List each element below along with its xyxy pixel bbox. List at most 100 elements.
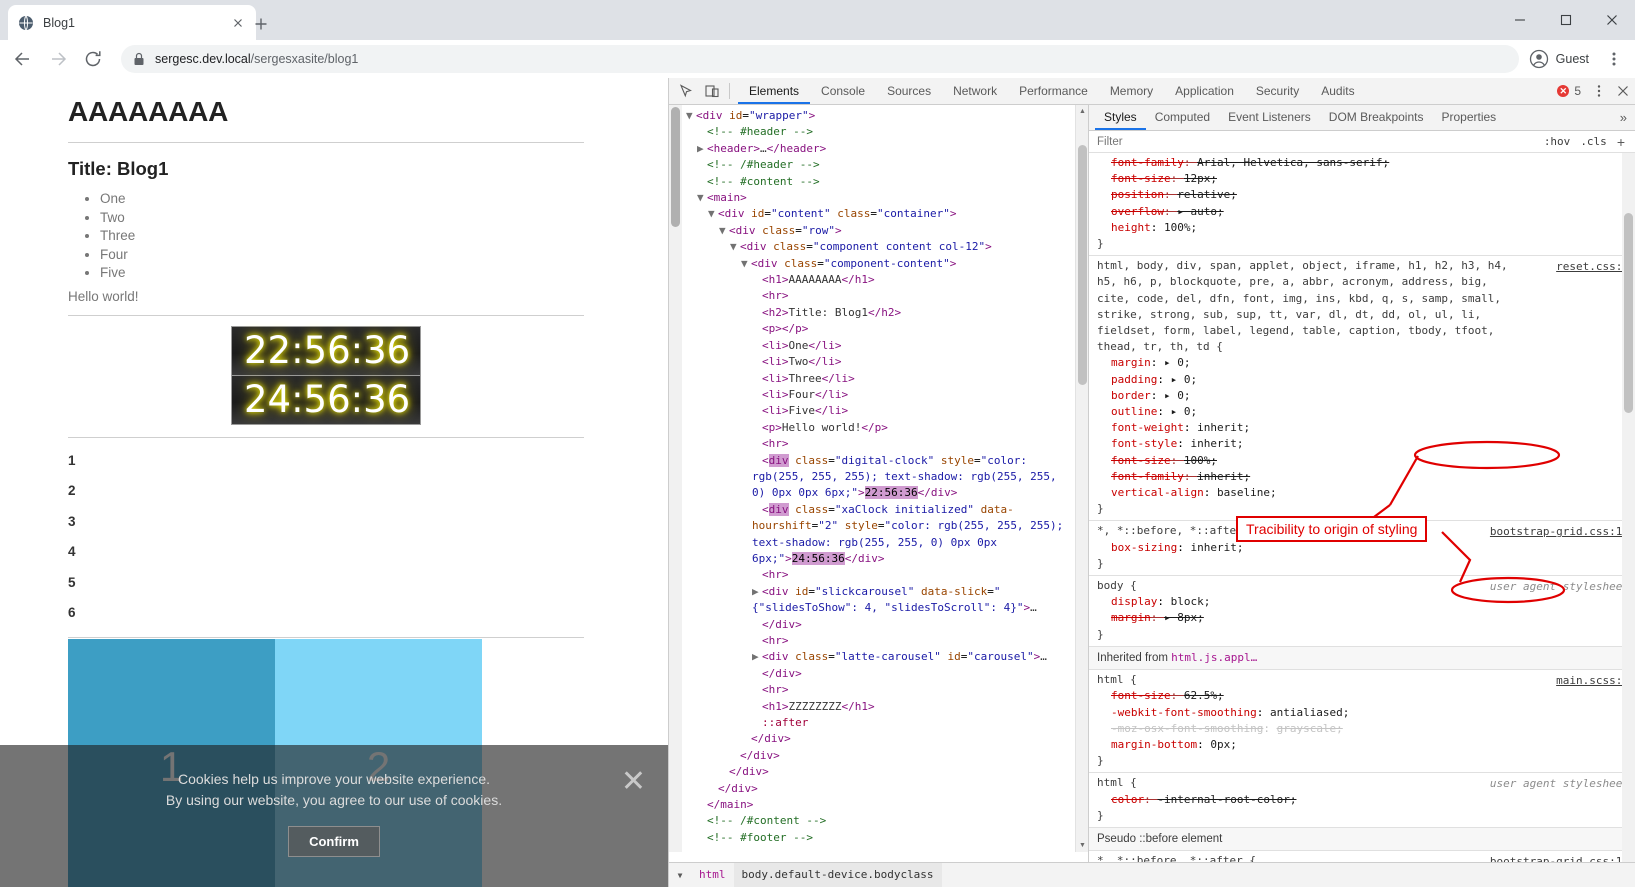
dom-node[interactable]: <hr> bbox=[682, 288, 1075, 304]
dom-right-scrollbar-thumb[interactable] bbox=[1078, 145, 1087, 385]
dom-node[interactable]: <li>Two</li> bbox=[682, 354, 1075, 370]
dom-left-scrollbar[interactable] bbox=[669, 105, 682, 852]
styles-scrollbar[interactable] bbox=[1622, 153, 1635, 887]
css-property-value[interactable]: ▸ auto; bbox=[1177, 205, 1223, 218]
style-declaration[interactable]: outline: ▸ 0; bbox=[1089, 404, 1635, 420]
css-property-value[interactable]: ▸ 0; bbox=[1171, 405, 1198, 418]
css-property-name[interactable]: outline bbox=[1111, 405, 1157, 418]
css-property-value[interactable]: ▸ 8px; bbox=[1164, 611, 1204, 624]
css-property-name[interactable]: font-family bbox=[1111, 156, 1184, 169]
dom-node[interactable]: <!-- /#header --> bbox=[682, 157, 1075, 173]
styles-subtab-computed[interactable]: Computed bbox=[1146, 105, 1219, 130]
forward-arrow-icon[interactable] bbox=[43, 44, 73, 74]
dom-node[interactable]: ▼ <main> bbox=[682, 190, 1075, 206]
new-style-rule-button[interactable]: + bbox=[1617, 134, 1625, 150]
dom-node[interactable]: <!-- #footer --> bbox=[682, 830, 1075, 846]
style-declaration[interactable]: vertical-align: baseline; bbox=[1089, 485, 1635, 501]
style-declaration[interactable]: position: relative; bbox=[1089, 187, 1635, 203]
styles-more-tabs-icon[interactable]: » bbox=[1620, 110, 1635, 125]
style-rule[interactable]: html {user agent stylesheet color: -inter… bbox=[1089, 773, 1635, 828]
style-declaration[interactable]: margin: ▸ 0; bbox=[1089, 355, 1635, 371]
css-property-value[interactable]: grayscale; bbox=[1277, 722, 1343, 735]
dom-node[interactable]: ▼ <div class="row"> bbox=[682, 223, 1075, 239]
style-declaration[interactable]: overflow: ▸ auto; bbox=[1089, 204, 1635, 220]
css-property-name[interactable]: padding bbox=[1111, 373, 1157, 386]
dom-node[interactable]: ▼ <div id="content" class="container"> bbox=[682, 206, 1075, 222]
dom-scroll-down-arrow[interactable]: ▼ bbox=[1076, 839, 1088, 852]
breadcrumb-expand-icon[interactable]: ▼ bbox=[669, 871, 691, 880]
dom-node[interactable]: <p>Hello world!</p> bbox=[682, 420, 1075, 436]
css-property-name[interactable]: font-size bbox=[1111, 172, 1171, 185]
devtools-tab-sources[interactable]: Sources bbox=[876, 78, 942, 104]
dom-node[interactable]: <li>Five</li> bbox=[682, 403, 1075, 419]
css-property-value[interactable]: 0px; bbox=[1210, 738, 1237, 751]
dom-right-scrollbar[interactable]: ▲ ▼ bbox=[1075, 105, 1088, 852]
device-toolbar-icon[interactable] bbox=[699, 79, 725, 104]
style-declaration[interactable]: -webkit-font-smoothing: antialiased; bbox=[1089, 705, 1635, 721]
css-property-value[interactable]: 100%; bbox=[1164, 221, 1197, 234]
minimize-icon[interactable] bbox=[1497, 0, 1543, 40]
style-declaration[interactable]: font-size: 12px; bbox=[1089, 171, 1635, 187]
css-property-value[interactable]: 62.5%; bbox=[1184, 689, 1224, 702]
dom-node[interactable]: ▼ <div id="wrapper"> bbox=[682, 108, 1075, 124]
css-property-name[interactable]: -webkit-font-smoothing bbox=[1111, 706, 1257, 719]
style-declaration[interactable]: font-weight: inherit; bbox=[1089, 420, 1635, 436]
css-property-value[interactable]: inherit; bbox=[1190, 437, 1243, 450]
breadcrumb-item[interactable]: body.default-device.bodyclass bbox=[733, 863, 942, 887]
css-property-value[interactable]: ▸ 0; bbox=[1164, 356, 1191, 369]
dom-node[interactable]: <div class="digital-clock" style="color:… bbox=[682, 453, 1075, 502]
browser-tab[interactable]: Blog1 bbox=[8, 5, 256, 40]
disclosure-triangle-down-icon[interactable]: ▼ bbox=[697, 190, 707, 206]
dom-node[interactable]: ▶ <div id="slickcarousel" data-slick="{"s… bbox=[682, 584, 1075, 617]
styles-subtab-event-listeners[interactable]: Event Listeners bbox=[1219, 105, 1320, 130]
devtools-tab-security[interactable]: Security bbox=[1245, 78, 1310, 104]
devtools-tab-memory[interactable]: Memory bbox=[1099, 78, 1164, 104]
hov-toggle[interactable]: :hov bbox=[1544, 135, 1571, 148]
address-bar[interactable]: sergesc.dev.local/sergesxasite/blog1 bbox=[121, 45, 1519, 73]
tab-close-icon[interactable] bbox=[230, 15, 246, 31]
devtools-tab-console[interactable]: Console bbox=[810, 78, 876, 104]
styles-subtab-styles[interactable]: Styles bbox=[1095, 105, 1146, 130]
style-declaration[interactable]: height: 100%; bbox=[1089, 220, 1635, 236]
dom-left-scrollbar-thumb[interactable] bbox=[671, 107, 680, 227]
css-property-name[interactable]: margin bbox=[1111, 356, 1151, 369]
style-declaration[interactable]: font-size: 100%; bbox=[1089, 453, 1635, 469]
devtools-tab-network[interactable]: Network bbox=[942, 78, 1008, 104]
disclosure-triangle-right-icon[interactable]: ▶ bbox=[752, 584, 762, 600]
window-close-icon[interactable] bbox=[1589, 0, 1635, 40]
dom-node[interactable]: ▶ <header>…</header> bbox=[682, 141, 1075, 157]
dom-node[interactable]: ▼ <div class="component-content"> bbox=[682, 256, 1075, 272]
new-tab-button[interactable] bbox=[248, 11, 274, 37]
style-rule-selector[interactable]: html, body, div, span, applet, object, i… bbox=[1089, 258, 1635, 355]
styles-subtab-properties[interactable]: Properties bbox=[1432, 105, 1505, 130]
reload-icon[interactable] bbox=[78, 44, 108, 74]
css-property-name[interactable]: color bbox=[1111, 793, 1144, 806]
style-declaration[interactable]: margin-bottom: 0px; bbox=[1089, 737, 1635, 753]
style-source-link[interactable]: main.scss:6 bbox=[1556, 673, 1629, 689]
dom-tree[interactable]: ▼ <div id="wrapper"> <!-- #header --> ▶ <hea… bbox=[682, 105, 1075, 852]
style-declaration[interactable]: -moz-osx-font-smoothing: grayscale; bbox=[1089, 721, 1635, 737]
maximize-icon[interactable] bbox=[1543, 0, 1589, 40]
dom-node[interactable]: <hr> bbox=[682, 682, 1075, 698]
style-declaration[interactable]: box-sizing: inherit; bbox=[1089, 540, 1635, 556]
dom-node[interactable]: <!-- #content --> bbox=[682, 174, 1075, 190]
style-declaration[interactable]: margin: ▸ 8px; bbox=[1089, 610, 1635, 626]
css-property-name[interactable]: margin bbox=[1111, 611, 1151, 624]
css-property-value[interactable]: 100%; bbox=[1184, 454, 1217, 467]
style-declaration[interactable]: color: -internal-root-color; bbox=[1089, 792, 1635, 808]
css-property-name[interactable]: font-weight bbox=[1111, 421, 1184, 434]
cls-toggle[interactable]: .cls bbox=[1580, 135, 1607, 148]
style-rule-selector[interactable]: html { bbox=[1089, 672, 1635, 688]
css-property-value[interactable]: antialiased; bbox=[1270, 706, 1349, 719]
dom-node[interactable]: <h1>ZZZZZZZZ</h1> bbox=[682, 699, 1075, 715]
css-property-value[interactable]: 12px; bbox=[1184, 172, 1217, 185]
cookie-close-icon[interactable]: ✕ bbox=[621, 767, 646, 797]
cookie-confirm-button[interactable]: Confirm bbox=[288, 826, 380, 857]
inspect-element-icon[interactable] bbox=[673, 79, 699, 104]
dom-node[interactable]: <li>One</li> bbox=[682, 338, 1075, 354]
dom-node[interactable]: </div> bbox=[682, 764, 1075, 780]
style-rule[interactable]: html, body, div, span, applet, object, i… bbox=[1089, 256, 1635, 522]
style-declaration[interactable]: font-style: inherit; bbox=[1089, 436, 1635, 452]
dom-node[interactable]: <hr> bbox=[682, 633, 1075, 649]
css-property-name[interactable]: font-family bbox=[1111, 470, 1184, 483]
